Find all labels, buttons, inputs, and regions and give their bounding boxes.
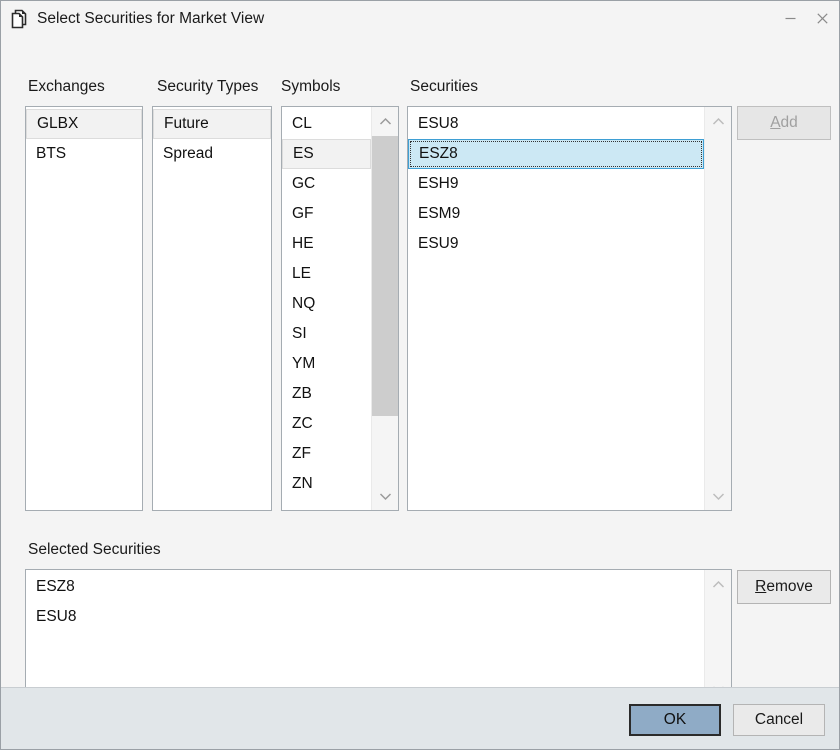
list-item[interactable]: ESZ8 (26, 572, 704, 602)
list-item[interactable]: YM (282, 349, 371, 379)
exchanges-listbox[interactable]: GLBX BTS (25, 106, 143, 511)
title-bar: Select Securities for Market View (1, 1, 839, 36)
list-item[interactable]: ZC (282, 409, 371, 439)
symbols-listbox[interactable]: CL ES GC GF HE LE NQ SI YM ZB ZC ZF ZN (281, 106, 399, 511)
ok-button[interactable]: OK (629, 704, 721, 736)
list-item[interactable]: GF (282, 199, 371, 229)
list-item[interactable]: Spread (153, 139, 271, 169)
scroll-up-icon[interactable] (705, 107, 731, 135)
symbols-scrollbar[interactable] (371, 107, 398, 510)
list-item[interactable]: SI (282, 319, 371, 349)
close-icon[interactable] (805, 1, 839, 36)
label-securities: Securities (410, 78, 479, 95)
dialog-body: Exchanges Security Types Symbols Securit… (1, 36, 839, 749)
list-item[interactable]: LE (282, 259, 371, 289)
list-item[interactable]: NQ (282, 289, 371, 319)
label-security-types: Security Types (157, 78, 259, 95)
list-item[interactable]: ES (282, 139, 371, 169)
list-item[interactable]: ESH9 (408, 169, 704, 199)
list-item[interactable]: GLBX (26, 109, 142, 139)
scroll-down-icon[interactable] (705, 482, 731, 510)
list-item[interactable]: ESU8 (26, 602, 704, 632)
securities-scrollbar[interactable] (704, 107, 731, 510)
label-selected-securities: Selected Securities (28, 541, 161, 558)
label-exchanges: Exchanges (28, 78, 105, 95)
list-item[interactable]: ZF (282, 439, 371, 469)
documents-icon (8, 8, 30, 30)
list-item[interactable]: ZB (282, 379, 371, 409)
list-item[interactable]: ZN (282, 469, 371, 499)
list-item[interactable]: BTS (26, 139, 142, 169)
list-item[interactable]: ESM9 (408, 199, 704, 229)
add-button[interactable]: Add (737, 106, 831, 140)
remove-button[interactable]: Remove (737, 570, 831, 604)
remove-button-label: Remove (755, 578, 813, 595)
selected-securities-listbox[interactable]: ESZ8 ESU8 (25, 569, 732, 704)
security-types-listbox[interactable]: Future Spread (152, 106, 272, 511)
window-controls (775, 1, 839, 36)
list-item[interactable]: CL (282, 109, 371, 139)
list-item[interactable]: GC (282, 169, 371, 199)
cancel-button[interactable]: Cancel (733, 704, 825, 736)
label-symbols: Symbols (281, 78, 341, 95)
scroll-up-icon[interactable] (705, 570, 731, 598)
scroll-thumb[interactable] (372, 136, 398, 416)
scroll-up-icon[interactable] (372, 107, 398, 135)
list-item[interactable]: Future (153, 109, 271, 139)
list-item[interactable]: HE (282, 229, 371, 259)
list-item[interactable]: ESU9 (408, 229, 704, 259)
minimize-button[interactable] (775, 1, 805, 36)
securities-listbox[interactable]: ESU8 ESZ8 ESH9 ESM9 ESU9 (407, 106, 732, 511)
scroll-down-icon[interactable] (372, 482, 398, 510)
window-title: Select Securities for Market View (37, 9, 265, 27)
dialog-window: Select Securities for Market View Exchan… (0, 0, 840, 750)
add-button-label: Add (770, 114, 798, 131)
dialog-footer: OK Cancel (1, 687, 839, 749)
list-item[interactable]: ESU8 (408, 109, 704, 139)
list-item-selected[interactable]: ESZ8 (408, 139, 704, 169)
selected-securities-scrollbar[interactable] (704, 570, 731, 703)
